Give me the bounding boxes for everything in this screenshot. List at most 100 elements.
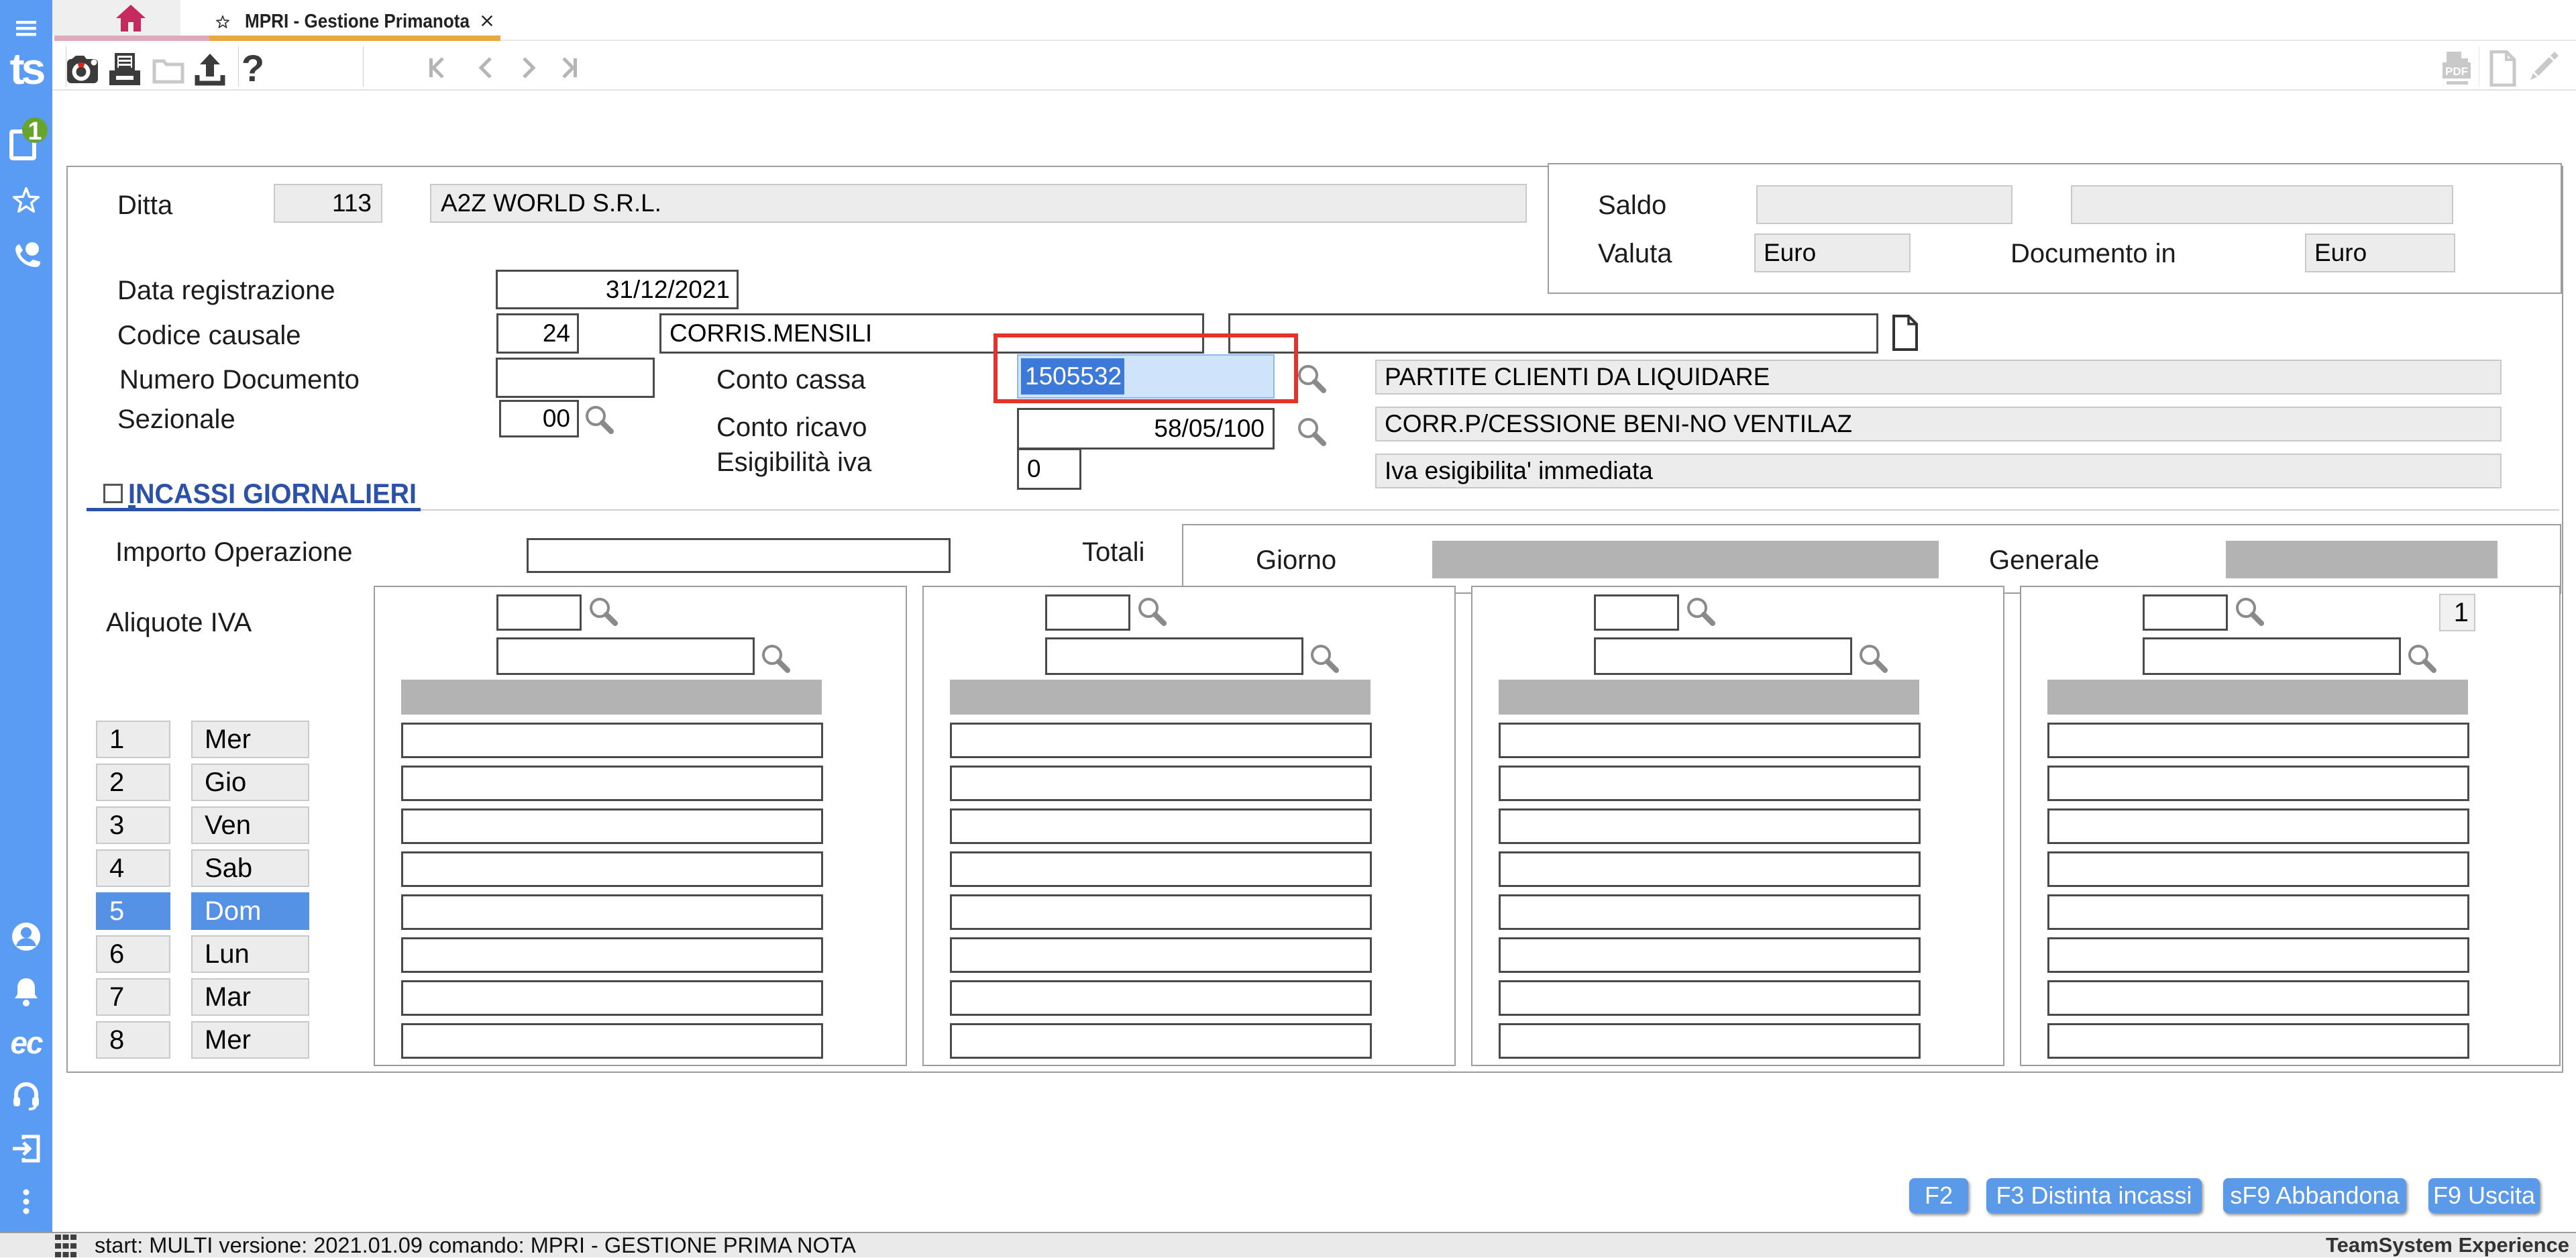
day-name-7[interactable]: Mar [191,978,309,1016]
headset-icon[interactable] [0,1079,52,1111]
importo-row[interactable] [2047,851,2469,887]
day-number-3[interactable]: 3 [96,806,170,844]
importo-row[interactable] [950,894,1372,930]
conto-cassa-search-icon[interactable] [1295,363,1330,398]
saldo-field-2[interactable] [2071,185,2453,224]
day-name-8[interactable]: Mer [191,1021,309,1059]
importo-row[interactable] [2047,980,2469,1016]
folder-icon[interactable] [152,56,184,84]
importo-row[interactable] [1499,937,1921,973]
bell-icon[interactable] [0,976,52,1006]
importo-row[interactable] [401,723,823,758]
attachment-document-icon[interactable] [1890,314,1920,352]
importo-row[interactable] [2047,937,2469,973]
aliquota-descr-search-icon[interactable] [1856,643,1891,678]
incassi-checkbox[interactable] [103,484,123,503]
importo-row[interactable] [1499,894,1921,930]
star-icon[interactable] [0,187,52,213]
valuta-field[interactable]: Euro [1754,233,1911,272]
last-record-icon[interactable] [557,56,581,80]
day-name-3[interactable]: Ven [191,806,309,844]
importo-row[interactable] [1499,723,1921,758]
aliquota-code-search-icon[interactable] [1684,596,1719,631]
day-number-1[interactable]: 1 [96,721,170,758]
numero-documento-field[interactable] [496,358,655,398]
importo-row[interactable] [2047,1023,2469,1059]
importo-row[interactable] [950,1023,1372,1059]
tab-mpri[interactable]: MPRI - Gestione Primanota [209,0,500,36]
tab-star-icon[interactable] [215,15,230,29]
importo-row[interactable] [401,766,823,801]
importo-row[interactable] [401,937,823,973]
help-icon[interactable]: ? [241,46,265,90]
tab-close-icon[interactable] [480,14,494,28]
upload-icon[interactable] [195,52,225,86]
aliquota-code-search-icon[interactable] [586,596,621,631]
aliquota-code-search-icon[interactable] [2233,596,2267,631]
exit-icon[interactable] [0,1134,52,1163]
button-f9-uscita[interactable]: F9 Uscita [2428,1178,2540,1213]
previous-record-icon[interactable] [474,56,498,80]
first-record-icon[interactable] [425,56,449,80]
sezionale-field[interactable]: 00 [499,400,579,437]
day-number-8[interactable]: 8 [96,1021,170,1059]
aliquota-code-field[interactable] [1045,594,1130,631]
aliquota-descr-search-icon[interactable] [1307,643,1342,678]
aliquota-descr-search-icon[interactable] [759,643,794,678]
day-name-5[interactable]: Dom [191,892,309,930]
data-registrazione-field[interactable]: 31/12/2021 [496,270,739,309]
importo-row[interactable] [401,894,823,930]
codice-causale-code-field[interactable]: 24 [496,313,579,354]
documento-in-field[interactable]: Euro [2305,233,2455,272]
aliquota-descr-field[interactable] [1594,637,1852,675]
aliquota-descr-field[interactable] [2143,637,2401,675]
document-icon[interactable] [2489,50,2517,87]
day-name-2[interactable]: Gio [191,764,309,801]
day-number-4[interactable]: 4 [96,849,170,887]
person-icon[interactable] [0,921,52,953]
button-f3-distinta-incassi[interactable]: F3 Distinta incassi [1986,1178,2202,1213]
ditta-code-field[interactable]: 113 [274,184,382,223]
aliquota-descr-field[interactable] [1045,637,1303,675]
importo-row[interactable] [1499,1023,1921,1059]
menu-icon[interactable] [0,20,52,36]
importo-row[interactable] [950,937,1372,973]
importo-row[interactable] [2047,808,2469,844]
day-number-6[interactable]: 6 [96,935,170,973]
button-sf9-abbandona[interactable]: sF9 Abbandona [2223,1178,2406,1213]
teamsystem-logo[interactable]: ts [0,47,52,90]
aliquota-code-field[interactable] [2143,594,2228,631]
importo-row[interactable] [2047,894,2469,930]
pdf-icon[interactable]: PDF [2441,50,2472,87]
importo-row[interactable] [1499,808,1921,844]
next-record-icon[interactable] [516,56,540,80]
importo-row[interactable] [401,1023,823,1059]
importo-row[interactable] [401,980,823,1016]
conto-ricavo-search-icon[interactable] [1295,416,1330,451]
day-number-7[interactable]: 7 [96,978,170,1016]
day-number-5[interactable]: 5 [96,892,170,930]
edit-pencil-icon[interactable] [2525,49,2561,85]
day-name-4[interactable]: Sab [191,849,309,887]
day-name-6[interactable]: Lun [191,935,309,973]
importo-row[interactable] [950,851,1372,887]
ec-logo[interactable]: ec [0,1027,52,1059]
conto-ricavo-field[interactable]: 58/05/100 [1017,408,1275,450]
importo-row[interactable] [1499,851,1921,887]
ditta-name-field[interactable]: A2Z WORLD S.R.L. [430,184,1527,223]
more-dots-icon[interactable] [0,1189,52,1216]
phone-contact-icon[interactable] [0,239,52,271]
importo-row[interactable] [1499,766,1921,801]
saldo-field-1[interactable] [1756,185,2012,224]
importo-row[interactable] [950,980,1372,1016]
print-icon[interactable] [108,53,142,87]
documents-badge-icon[interactable]: 1 [0,115,52,164]
importo-row[interactable] [950,766,1372,801]
importo-row[interactable] [1499,980,1921,1016]
sezionale-search-icon[interactable] [582,404,617,439]
importo-row[interactable] [950,808,1372,844]
importo-row[interactable] [2047,766,2469,801]
day-number-2[interactable]: 2 [96,764,170,801]
aliquota-code-search-icon[interactable] [1135,596,1170,631]
aliquota-descr-field[interactable] [496,637,755,675]
